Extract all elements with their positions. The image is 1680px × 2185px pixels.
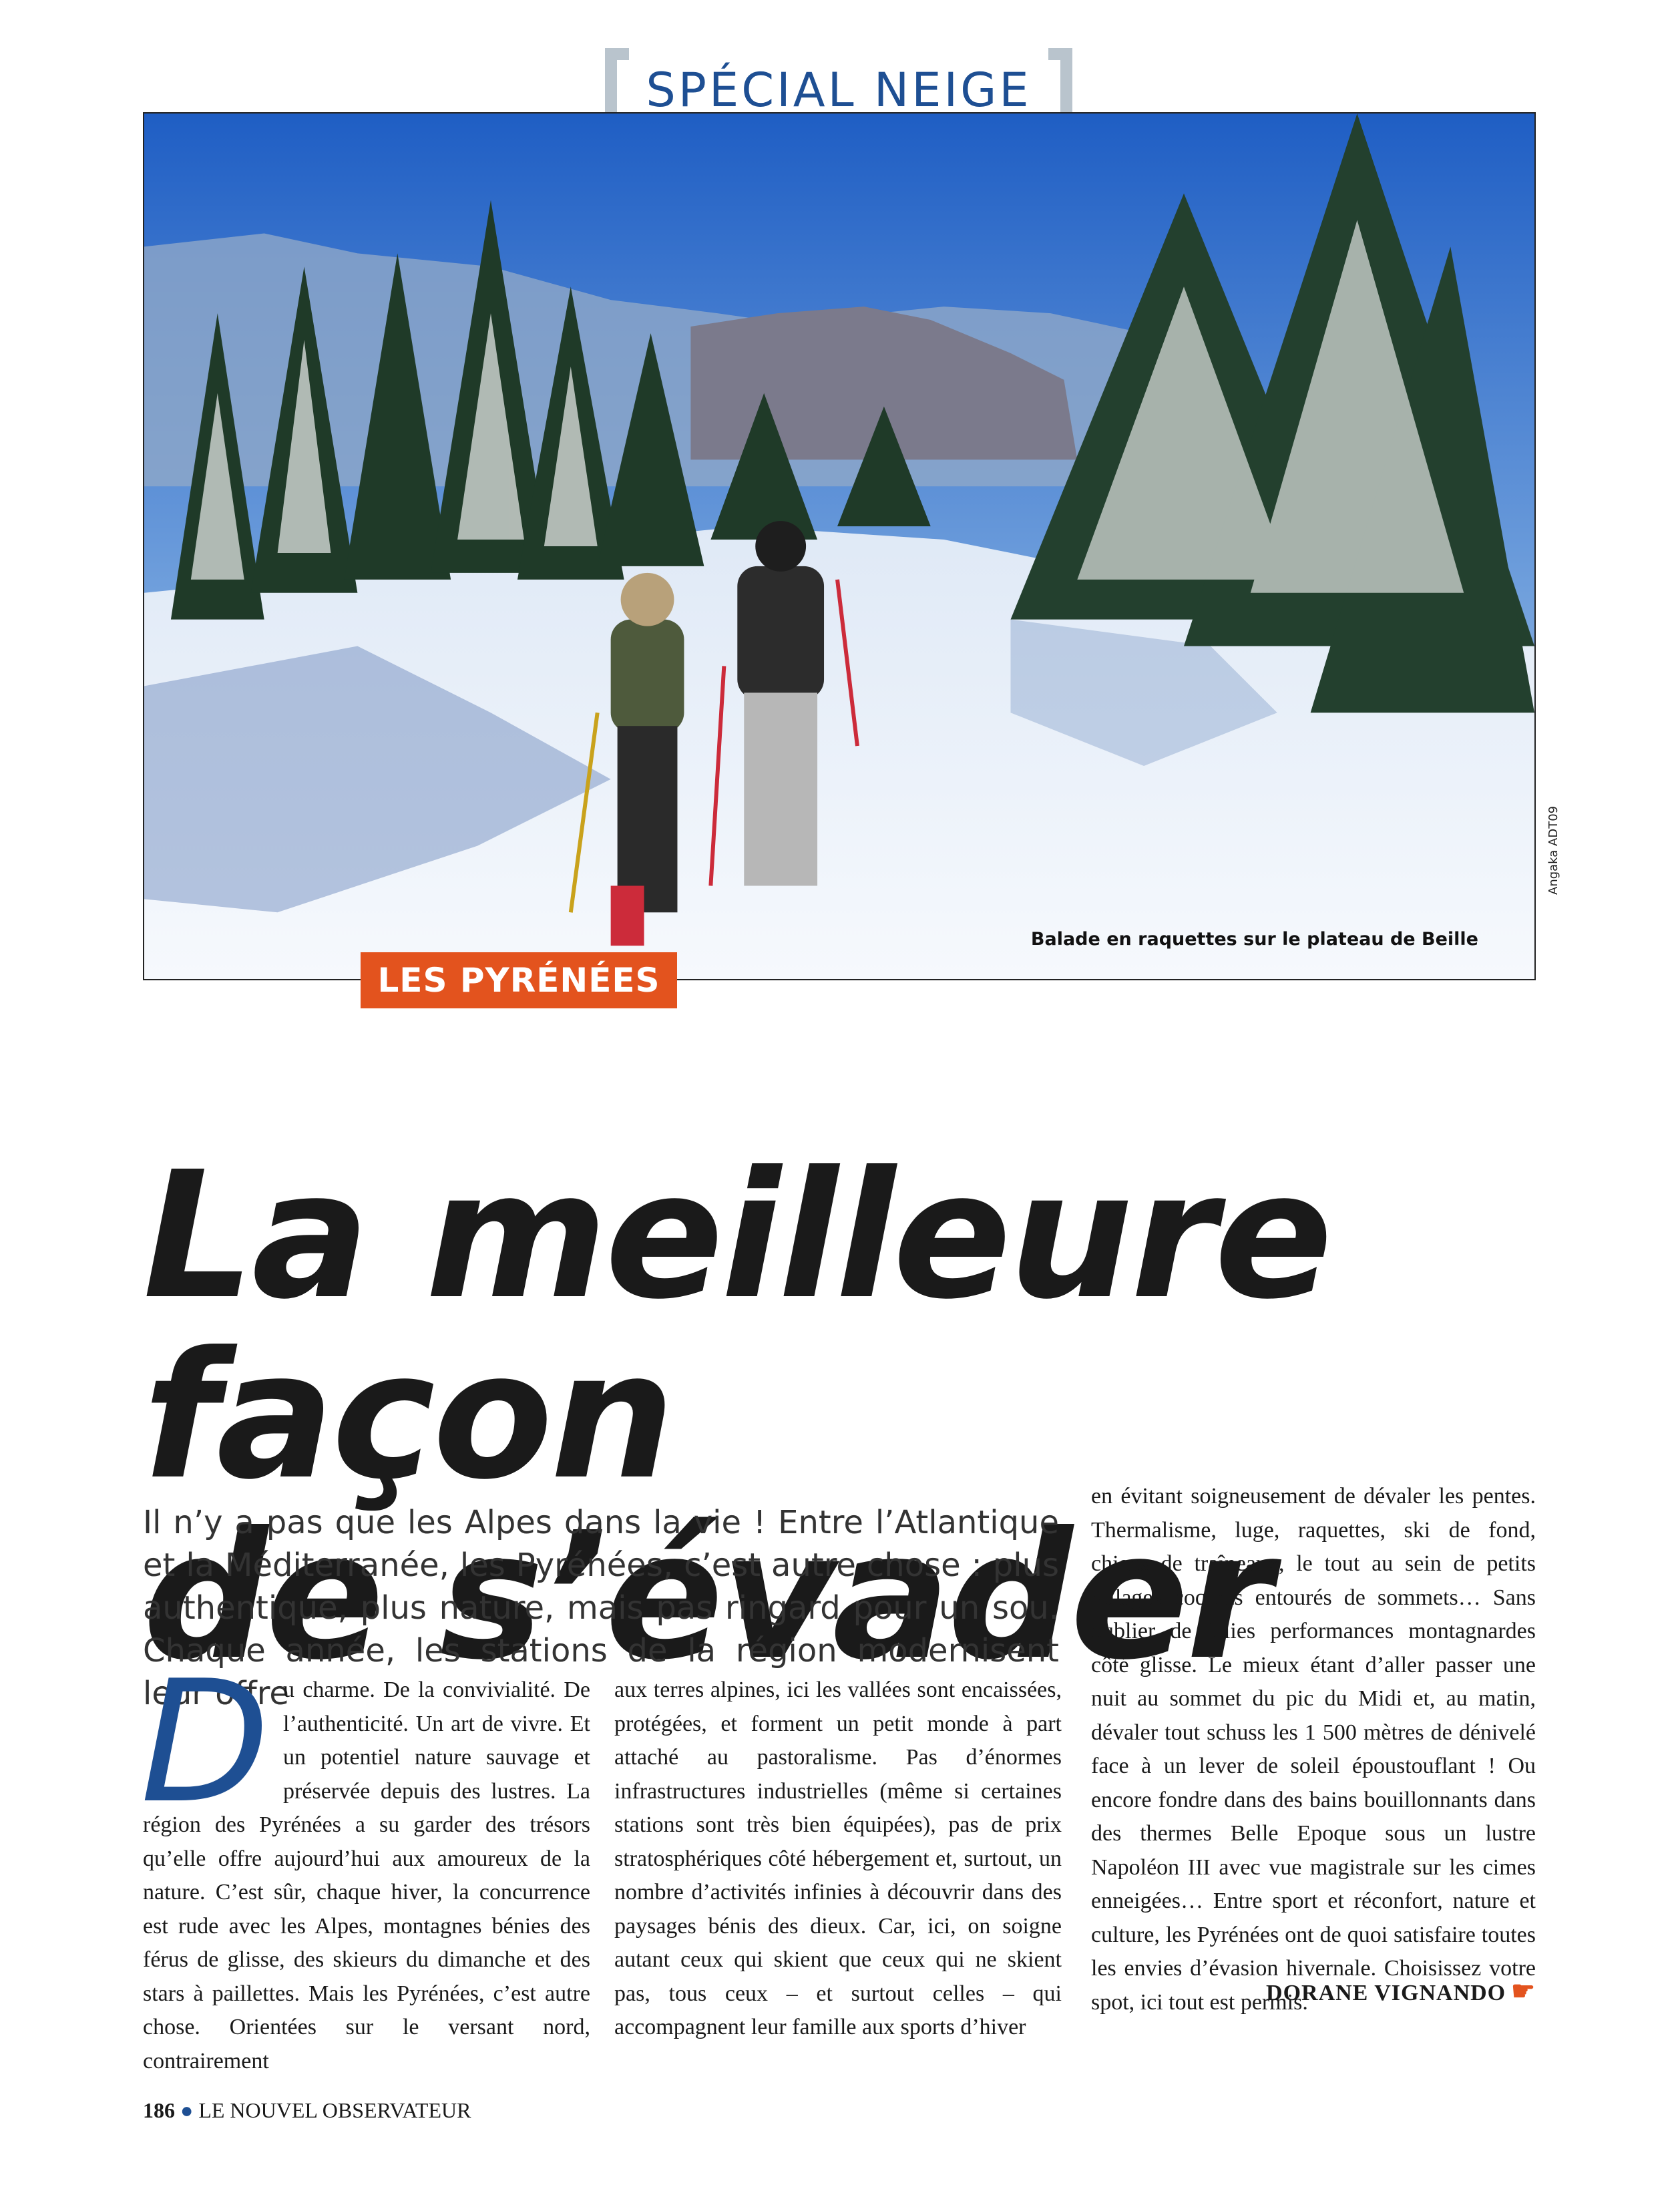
section-title: SPÉCIAL NEIGE	[646, 63, 1032, 118]
publication-name: LE NOUVEL OBSERVATEUR	[198, 2098, 471, 2122]
body-column-3: en évitant soigneusement de dévaler les …	[1091, 1484, 1536, 2015]
body-column-2: aux terres alpines, ici les vallées sont…	[614, 1677, 1062, 2039]
pointing-hand-icon: ☛	[1511, 1976, 1536, 2006]
dropcap: D	[140, 1645, 270, 1840]
photo-credit: Angaka ADT09	[1546, 805, 1560, 895]
bullet-icon: ●	[180, 2098, 194, 2122]
body-column-1: D u charme. De la convivialité. De l’aut…	[140, 1645, 590, 2078]
headline-line-1: La meilleure façon	[143, 1133, 1333, 1518]
page-number: 186	[143, 2098, 175, 2122]
hero-photo: Balade en raquettes sur le plateau de Be…	[143, 112, 1536, 980]
page-footer: 186 ● LE NOUVEL OBSERVATEUR	[143, 2098, 471, 2123]
photo-caption: Balade en raquettes sur le plateau de Be…	[1030, 929, 1478, 950]
region-tag: LES PYRÉNÉES	[361, 952, 677, 1008]
author-signature: DORANE VIGNANDO ☛	[1091, 1975, 1536, 2007]
snowy-landscape-image	[144, 114, 1534, 979]
author-name: DORANE VIGNANDO	[1266, 1981, 1506, 2005]
